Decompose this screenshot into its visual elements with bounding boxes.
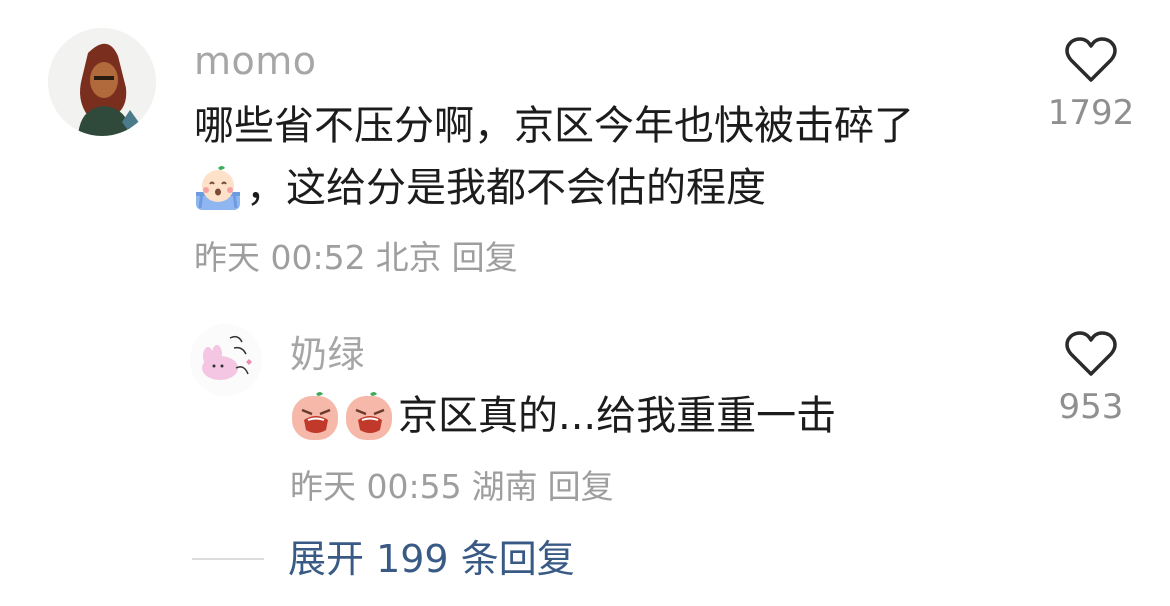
like-group: 1792 [1036, 36, 1146, 130]
comment-text-line-2: ，这给分是我都不会估的程度 [192, 162, 766, 214]
reply-text-line: 京区真的...给我重重一击 [290, 390, 836, 442]
heart-icon[interactable] [1064, 36, 1118, 84]
avatar[interactable] [48, 28, 156, 136]
reply-location: 湖南 [471, 467, 538, 506]
comment-meta: 昨天 00:52 北京 回复 [194, 241, 528, 274]
heart-icon[interactable] [1064, 330, 1118, 378]
avatar-image [48, 28, 156, 136]
reply-button[interactable]: 回复 [452, 238, 518, 277]
reply-time: 昨天 00:55 [290, 467, 462, 506]
like-count: 953 [1058, 387, 1124, 427]
like-count: 1792 [1047, 93, 1135, 133]
avatar[interactable] [190, 324, 262, 396]
comment-text: 哪些省不压分啊，京区今年也快被击碎了 [194, 103, 914, 149]
reply-meta: 昨天 00:55 湖南 回复 [290, 470, 624, 503]
comment-time: 昨天 00:52 [194, 238, 366, 277]
reply-author[interactable]: 奶绿 [290, 336, 365, 373]
expand-replies[interactable]: 展开 199 条回复 [192, 540, 575, 578]
reply-text: 京区真的...给我重重一击 [398, 393, 837, 439]
like-group: 953 [1036, 330, 1146, 424]
comment-text: ，这给分是我都不会估的程度 [246, 165, 766, 211]
comment-text-line-1: 哪些省不压分啊，京区今年也快被击碎了 [194, 106, 914, 146]
divider-line [192, 558, 264, 560]
reply-button[interactable]: 回复 [548, 467, 614, 506]
comment-location: 北京 [375, 238, 442, 277]
comment-author[interactable]: momo [194, 42, 317, 80]
crying-face-emoji-icon [192, 162, 244, 214]
expand-replies-label[interactable]: 展开 199 条回复 [288, 540, 575, 578]
wailing-face-emoji-icon [290, 390, 342, 442]
avatar-image [190, 324, 262, 396]
wailing-face-emoji-icon [344, 390, 396, 442]
